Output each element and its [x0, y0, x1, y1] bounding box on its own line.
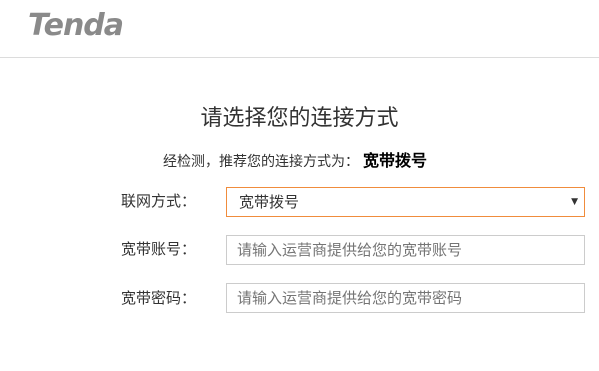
- connection-type-selected-value: 宽带拨号: [239, 193, 300, 211]
- header: Tenda: [0, 0, 599, 58]
- connection-type-label: 联网方式：: [121, 192, 197, 210]
- tenda-logo: Tenda: [28, 8, 124, 43]
- dropdown-arrow-icon: ▼: [571, 197, 578, 207]
- connection-type-select[interactable]: 宽带拨号 ▼: [226, 187, 585, 217]
- password-label: 宽带密码：: [121, 289, 197, 307]
- detection-prefix: 经检测，推荐您的连接方式为：: [163, 154, 359, 170]
- account-input[interactable]: [226, 235, 585, 265]
- page-title-text: 请选择您的连接方式: [200, 106, 399, 131]
- detection-message: 经检测，推荐您的连接方式为： 宽带拨号: [163, 150, 427, 173]
- password-input[interactable]: [226, 283, 585, 313]
- detection-result: 宽带拨号: [363, 151, 428, 170]
- page-title: 请选择您的连接方式: [0, 104, 599, 134]
- account-label: 宽带账号：: [121, 240, 197, 258]
